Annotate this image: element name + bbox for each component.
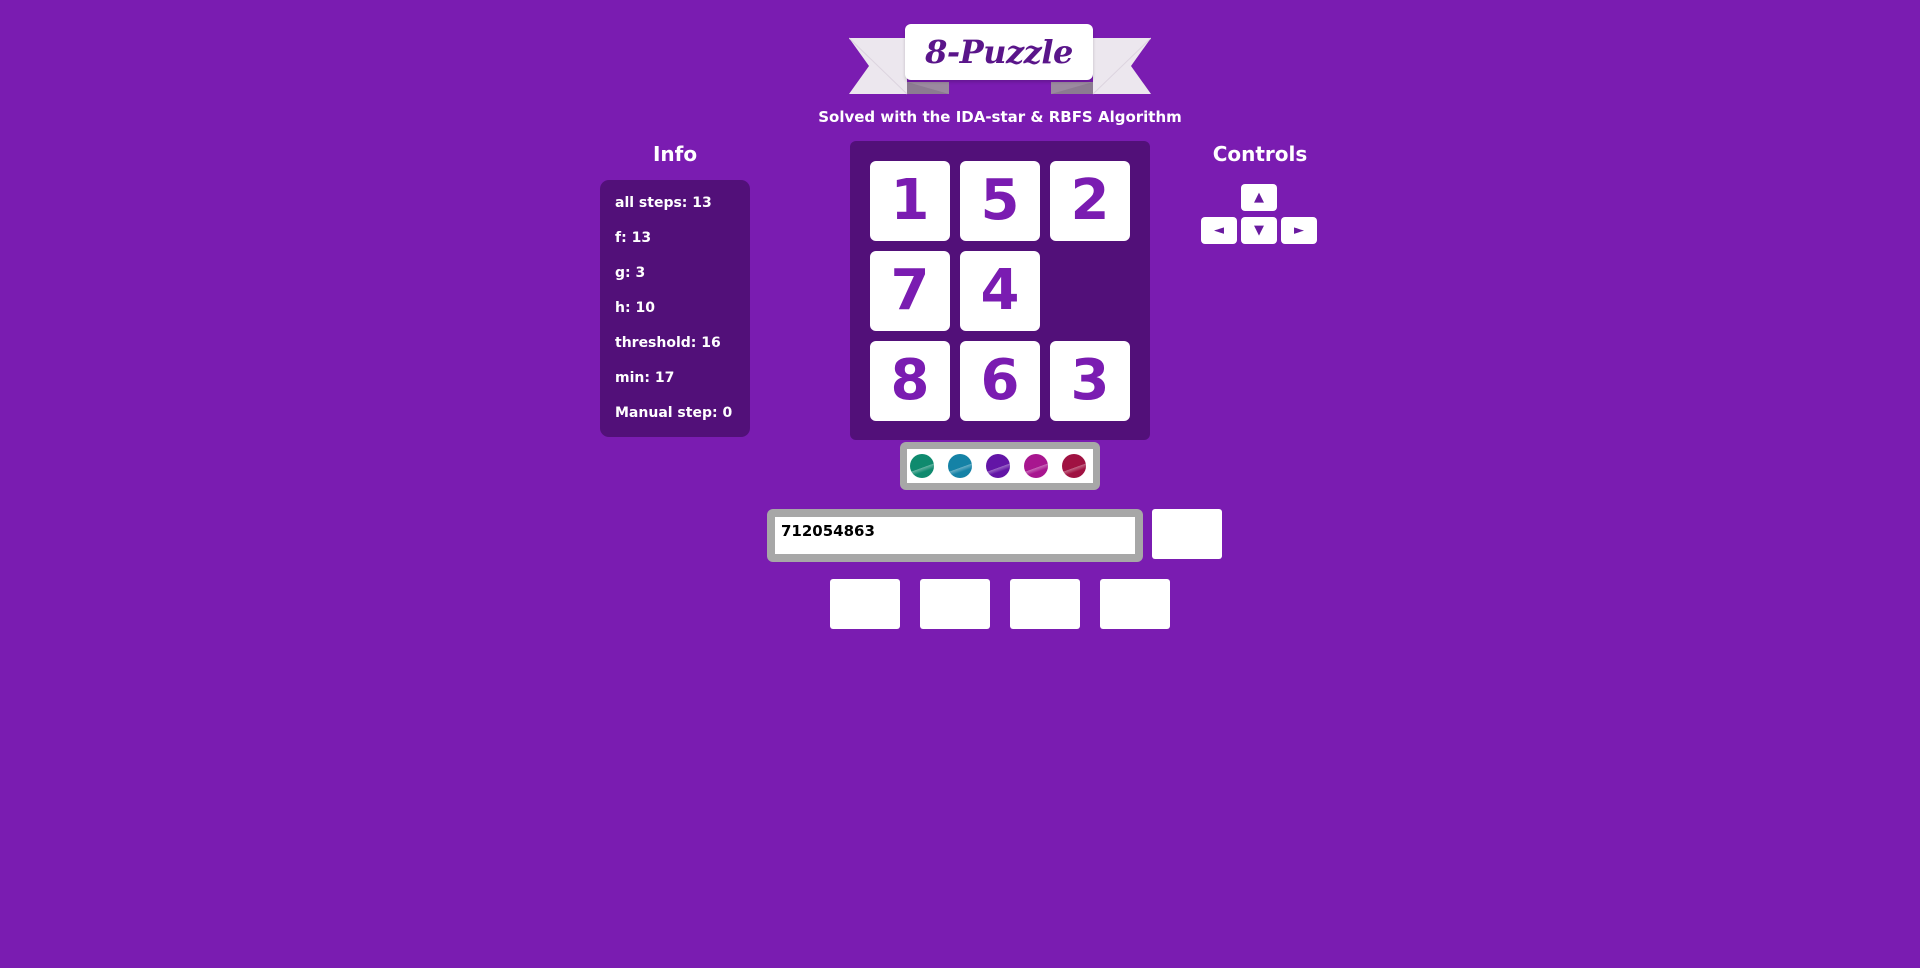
color-swatch-magenta[interactable] [1024, 454, 1048, 478]
move-right-button[interactable]: ► [1281, 217, 1317, 244]
info-label: min [615, 370, 655, 386]
info-value: 17 [654, 370, 675, 386]
info-value: 0 [722, 405, 733, 421]
info-value: 13 [692, 195, 712, 211]
info-label: h [615, 300, 635, 316]
move-up-button[interactable]: ▲ [1241, 184, 1277, 211]
state-input[interactable] [775, 517, 1135, 554]
info-label: all steps [615, 195, 692, 211]
title-ribbon: 8-Puzzle [849, 22, 1151, 96]
info-min: min17 [615, 370, 674, 386]
puzzle-board: 1 5 2 7 4 8 6 3 [850, 141, 1150, 440]
info-label: g [615, 265, 636, 281]
tile[interactable]: 6 [960, 341, 1040, 421]
info-value: 3 [635, 265, 646, 281]
move-down-button[interactable]: ▼ [1241, 217, 1277, 244]
tile[interactable]: 1 [870, 161, 950, 241]
color-picker-tray [907, 449, 1093, 483]
color-swatch-blue[interactable] [948, 454, 972, 478]
info-f: f13 [615, 230, 651, 246]
info-panel: all steps13 f13 g3 h10 threshold16 min17… [600, 180, 750, 437]
action-button[interactable] [920, 579, 990, 629]
info-all-steps: all steps13 [615, 195, 712, 211]
page-title: 8-Puzzle [905, 24, 1093, 80]
subtitle: Solved with the IDA-star & RBFS Algorith… [818, 108, 1182, 126]
tile[interactable]: 5 [960, 161, 1040, 241]
info-label: f [615, 230, 632, 246]
info-manual-step: Manual step0 [615, 405, 732, 421]
info-value: 16 [701, 335, 721, 351]
tile[interactable]: 7 [870, 251, 950, 331]
controls-heading: Controls [1212, 142, 1308, 166]
info-h: h10 [615, 300, 655, 316]
color-swatch-green[interactable] [910, 454, 934, 478]
info-heading: Info [652, 142, 698, 166]
action-button[interactable] [1010, 579, 1080, 629]
action-button[interactable] [1100, 579, 1170, 629]
move-left-button[interactable]: ◄ [1201, 217, 1237, 244]
info-label: threshold [615, 335, 701, 351]
color-swatch-red[interactable] [1062, 454, 1086, 478]
set-state-button[interactable] [1152, 509, 1222, 559]
tile[interactable]: 2 [1050, 161, 1130, 241]
info-value: 10 [635, 300, 655, 316]
tile[interactable]: 8 [870, 341, 950, 421]
tile[interactable]: 3 [1050, 341, 1130, 421]
action-button[interactable] [830, 579, 900, 629]
state-input-frame [767, 509, 1143, 562]
info-g: g3 [615, 265, 645, 281]
info-threshold: threshold16 [615, 335, 721, 351]
color-picker [900, 442, 1100, 490]
tile[interactable]: 4 [960, 251, 1040, 331]
color-swatch-purple[interactable] [986, 454, 1010, 478]
info-label: Manual step [615, 405, 722, 421]
info-value: 13 [631, 230, 652, 246]
puzzle-page: 8-Puzzle Solved with the IDA-star & RBFS… [0, 0, 1920, 968]
